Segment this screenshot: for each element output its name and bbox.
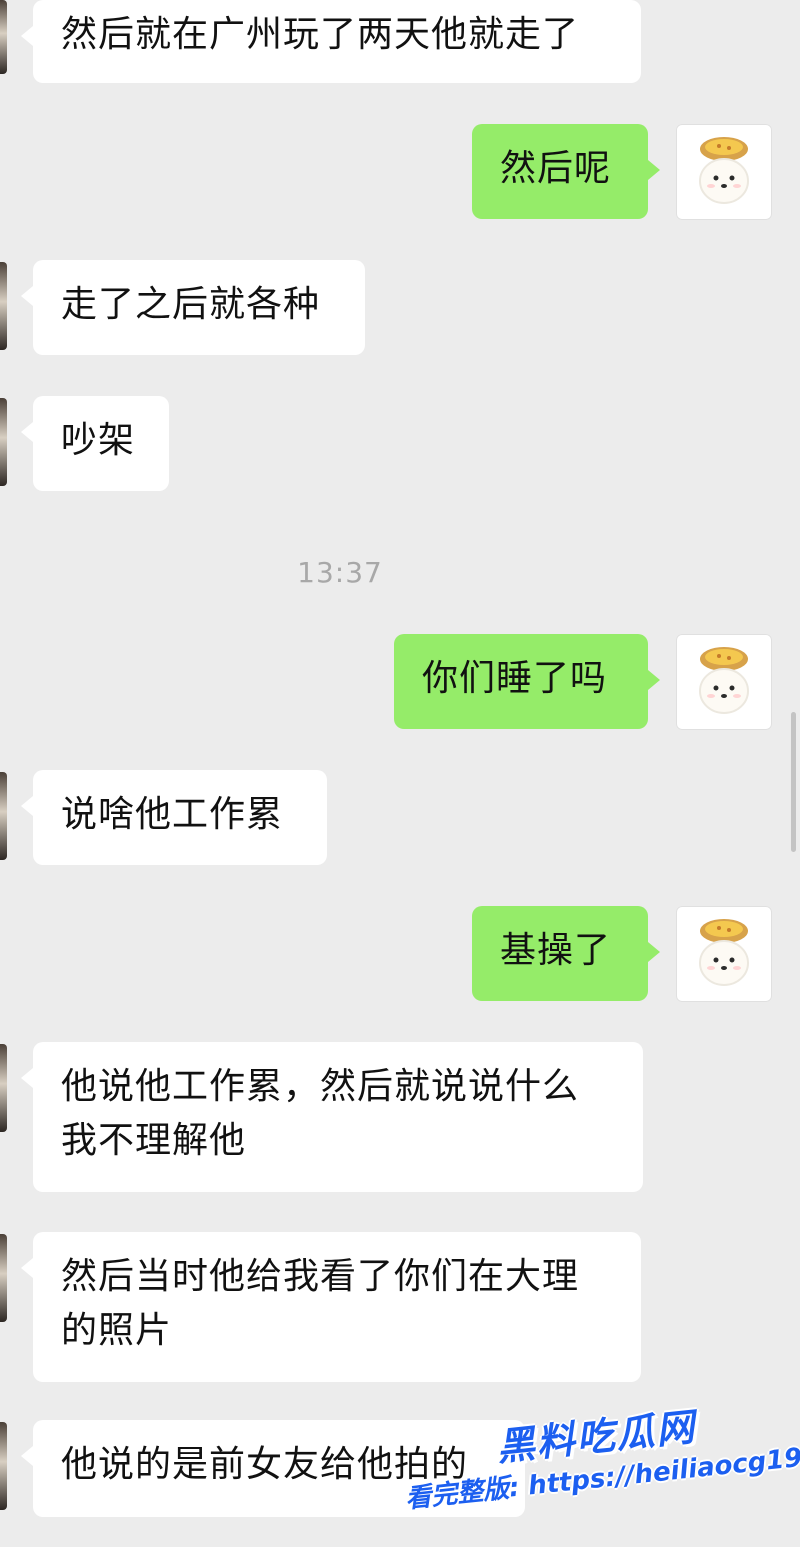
contact-avatar[interactable] (0, 0, 7, 74)
user-avatar[interactable] (676, 124, 772, 220)
chat-screen: 然后就在广州玩了两天他就走了 然后呢 走了之后就各种 吵架 13:37 你们睡了… (0, 0, 800, 1547)
user-avatar[interactable] (676, 634, 772, 730)
incoming-message-bubble[interactable]: 吵架 (21, 396, 169, 491)
contact-avatar[interactable] (0, 1044, 7, 1132)
incoming-message-bubble[interactable]: 然后就在广州玩了两天他就走了 (21, 0, 641, 83)
incoming-message-bubble[interactable]: 走了之后就各种 (21, 260, 365, 355)
contact-avatar[interactable] (0, 772, 7, 860)
contact-avatar[interactable] (0, 262, 7, 350)
outgoing-message-bubble[interactable]: 你们睡了吗 (394, 634, 660, 729)
scrollbar[interactable] (791, 712, 796, 852)
incoming-message-bubble[interactable]: 说啥他工作累 (21, 770, 327, 865)
contact-avatar[interactable] (0, 1422, 7, 1510)
incoming-message-bubble[interactable]: 他说的是前女友给他拍的 (21, 1420, 525, 1517)
contact-avatar[interactable] (0, 398, 7, 486)
user-avatar[interactable] (676, 906, 772, 1002)
message-timestamp: 13:37 (297, 556, 383, 589)
outgoing-message-bubble[interactable]: 然后呢 (472, 124, 660, 219)
incoming-message-bubble[interactable]: 然后当时他给我看了你们在大理的照片 (21, 1232, 641, 1382)
contact-avatar[interactable] (0, 1234, 7, 1322)
outgoing-message-bubble[interactable]: 基操了 (472, 906, 660, 1001)
dog-egg-tart-icon (699, 647, 749, 714)
dog-egg-tart-icon (699, 919, 749, 986)
dog-egg-tart-icon (699, 137, 749, 204)
incoming-message-bubble[interactable]: 他说他工作累，然后就说说什么我不理解他 (21, 1042, 643, 1192)
